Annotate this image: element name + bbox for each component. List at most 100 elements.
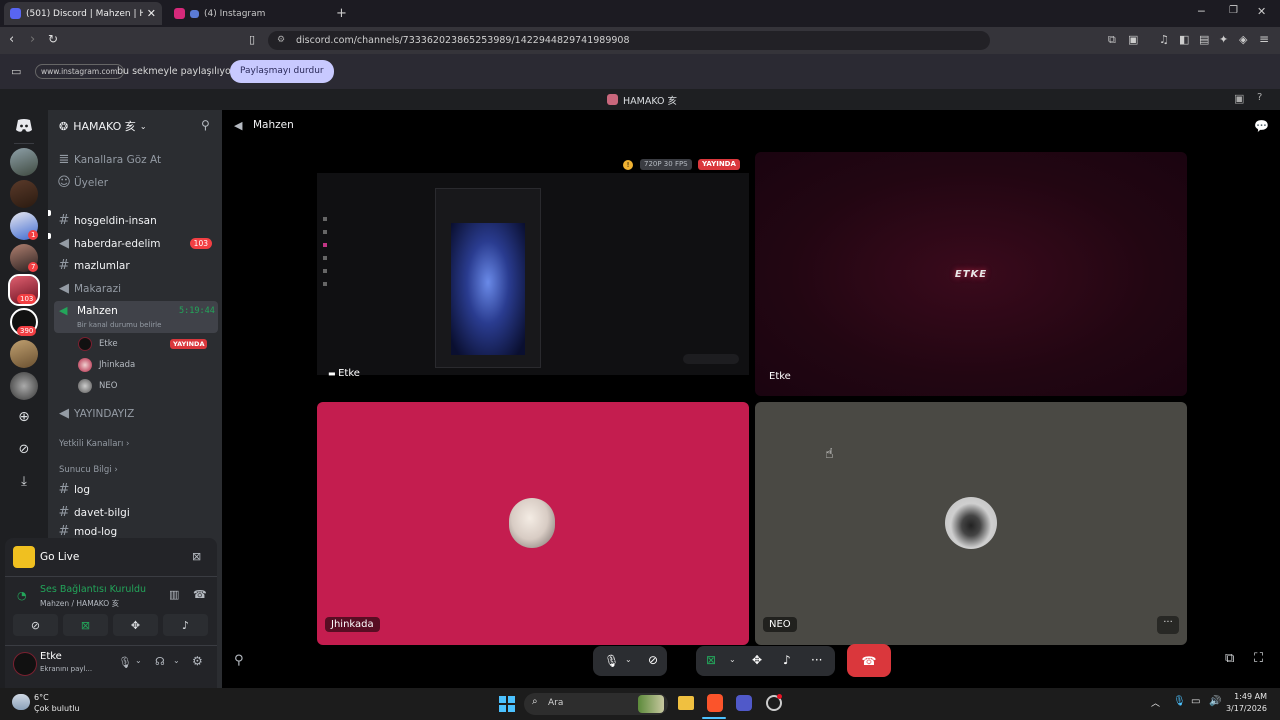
file-explorer-icon[interactable]: [678, 696, 694, 710]
close-window-button[interactable]: ✕: [1257, 5, 1266, 18]
voice-member-jhinkada[interactable]: Jhinkada: [78, 355, 135, 375]
tab-instagram[interactable]: (4) Instagram: [168, 2, 328, 25]
start-button[interactable]: [499, 696, 515, 712]
weather-icon[interactable]: [12, 694, 30, 710]
back-icon[interactable]: ‹: [9, 32, 14, 47]
video-tile-neo[interactable]: NEO ···: [755, 402, 1187, 645]
voice-channel-mahzen[interactable]: ◀ Mahzen 5:19:44 Bir kanal durumu belirl…: [54, 301, 218, 333]
video-tile-stream[interactable]: ! 720P 30 FPS YAYINDA ▬ Etke: [317, 152, 749, 396]
activities-icon[interactable]: ✥: [752, 653, 762, 667]
browse-channels-item[interactable]: ≣ Kanallara Göz At: [54, 149, 218, 170]
discover-icon[interactable]: ⊘: [14, 439, 34, 459]
weather-description[interactable]: Çok bulutlu: [34, 704, 80, 713]
forward-icon[interactable]: ›: [30, 32, 35, 47]
add-server-icon[interactable]: ⊕: [14, 407, 34, 427]
voice-member-neo[interactable]: NEO: [78, 376, 117, 396]
screen-share-icon[interactable]: ⊠: [192, 550, 201, 563]
voice-member-etke[interactable]: Etke YAYINDA: [78, 334, 208, 354]
voice-connected-label[interactable]: Ses Bağlantısı Kuruldu: [40, 584, 146, 595]
soundboard-icon[interactable]: ♪: [783, 653, 791, 667]
vpn-icon[interactable]: ◈: [1239, 33, 1247, 46]
video-tile-jhinkada[interactable]: Jhinkada: [317, 402, 749, 645]
channel-log[interactable]: # log: [54, 479, 218, 500]
discord-home-icon[interactable]: [10, 112, 38, 140]
microphone-icon[interactable]: 🎙: [118, 656, 132, 669]
voice-channel-makarazi[interactable]: ◀ Makarazi: [54, 278, 218, 299]
download-icon[interactable]: ⤓: [14, 471, 34, 491]
popout-icon[interactable]: ⧉: [1225, 651, 1234, 666]
channel-mazlumlar[interactable]: # mazlumlar: [54, 255, 218, 276]
channel-hosgeldin-insan[interactable]: # hoşgeldin-insan: [54, 210, 218, 231]
category-yetkili-kanallari[interactable]: Yetkili Kanalları ›: [59, 439, 129, 449]
chevron-down-icon[interactable]: ⌄: [729, 655, 736, 664]
voice-channel-yayindayiz[interactable]: ◀ YAYINDAYIZ: [54, 403, 218, 424]
add-member-icon[interactable]: ⚲: [234, 653, 244, 668]
screen-share-button[interactable]: ⊠: [63, 614, 108, 636]
weather-temp[interactable]: 6°C: [34, 693, 49, 702]
category-sunucu-bilgi[interactable]: Sunucu Bilgi ›: [59, 465, 118, 475]
server-icon[interactable]: [10, 372, 38, 400]
invite-icon[interactable]: ⚲: [201, 118, 210, 132]
members-item[interactable]: ☺ Üyeler: [54, 172, 218, 193]
more-icon[interactable]: ···: [811, 653, 822, 667]
menu-icon[interactable]: ≡: [1259, 32, 1269, 46]
help-icon[interactable]: ?: [1257, 92, 1262, 103]
server-icon[interactable]: [10, 340, 38, 368]
extensions-icon[interactable]: ⧉: [1108, 33, 1116, 47]
teams-icon[interactable]: [736, 695, 752, 711]
activities-button[interactable]: ✥: [113, 614, 158, 636]
chat-bubble-icon[interactable]: 💬: [1254, 119, 1269, 133]
channel-status[interactable]: Bir kanal durumu belirle: [77, 321, 161, 329]
chevron-down-icon[interactable]: ⌄: [135, 656, 142, 665]
channel-mod-log[interactable]: # mod-log: [54, 525, 218, 538]
volume-icon[interactable]: 🔊: [1209, 696, 1221, 707]
channel-haberdar-edelim[interactable]: ◀ haberdar-edelim 103: [54, 233, 218, 254]
settings-gear-icon[interactable]: ⚙: [192, 654, 203, 668]
more-options-icon[interactable]: ···: [1157, 616, 1179, 634]
avatar[interactable]: [13, 652, 37, 676]
clock-time[interactable]: 1:49 AM: [1229, 692, 1267, 701]
chevron-down-icon[interactable]: ⌄: [625, 655, 632, 664]
brave-browser-icon[interactable]: [707, 694, 723, 712]
sidebar-icon[interactable]: ◧: [1179, 33, 1189, 46]
microphone-in-use-icon[interactable]: 🎙: [1173, 696, 1186, 707]
microphone-icon[interactable]: 🎙: [604, 654, 619, 668]
username[interactable]: Etke: [40, 651, 62, 662]
maximize-button[interactable]: ❐: [1229, 5, 1238, 16]
voice-location[interactable]: Mahzen / HAMAKO 亥: [40, 598, 119, 609]
screen-share-active-icon[interactable]: ⊠: [706, 653, 716, 667]
fullscreen-icon[interactable]: ⛶: [1254, 651, 1263, 666]
camera-off-icon[interactable]: ⊘: [648, 653, 658, 667]
close-tab-icon[interactable]: ✕: [147, 7, 156, 20]
screenshot-icon[interactable]: ▣: [1128, 33, 1138, 46]
clock-date[interactable]: 3/17/2026: [1223, 704, 1267, 713]
server-icon[interactable]: [10, 148, 38, 176]
new-tab-button[interactable]: +: [336, 6, 347, 21]
headphones-icon[interactable]: ☊: [155, 655, 165, 668]
leave-call-button[interactable]: ☎: [847, 644, 891, 677]
media-icon[interactable]: ♫: [1159, 33, 1169, 46]
inbox-icon[interactable]: ▣: [1234, 92, 1244, 105]
chevron-down-icon[interactable]: ⌄: [173, 656, 180, 665]
video-tile-etke[interactable]: ETKE Etke: [755, 152, 1187, 396]
noise-suppression-icon[interactable]: ▥: [169, 588, 179, 601]
address-input[interactable]: ⚙ discord.com/channels/73336202386525398…: [268, 31, 990, 50]
tab-discord[interactable]: (501) Discord | Mahzen | HAMAKO ✕: [4, 2, 162, 25]
leo-ai-icon[interactable]: ✦: [1219, 33, 1228, 46]
server-header[interactable]: ❂ HAMAKO 亥 ⌄ ⚲: [48, 110, 222, 142]
wallet-icon[interactable]: ▤: [1199, 33, 1209, 46]
reload-icon[interactable]: ↻: [48, 32, 58, 46]
bookmark-icon[interactable]: ▯: [249, 33, 255, 46]
site-info-icon[interactable]: ⚙: [277, 31, 285, 50]
camera-toggle-button[interactable]: ⊘: [13, 614, 58, 636]
channel-davet-bilgi[interactable]: # davet-bilgi: [54, 502, 218, 523]
minimize-button[interactable]: ─: [1198, 5, 1205, 18]
chevron-up-icon[interactable]: ︿: [1151, 696, 1160, 709]
taskbar-search-input[interactable]: ⌕ Ara: [524, 693, 668, 715]
disconnect-icon[interactable]: ☎: [193, 588, 207, 601]
server-icon[interactable]: [10, 180, 38, 208]
soundboard-button[interactable]: ♪: [163, 614, 208, 636]
go-live-label[interactable]: Go Live: [40, 551, 79, 563]
stop-sharing-button[interactable]: Paylaşmayı durdur: [230, 60, 334, 83]
network-icon[interactable]: ▭: [1191, 696, 1200, 707]
